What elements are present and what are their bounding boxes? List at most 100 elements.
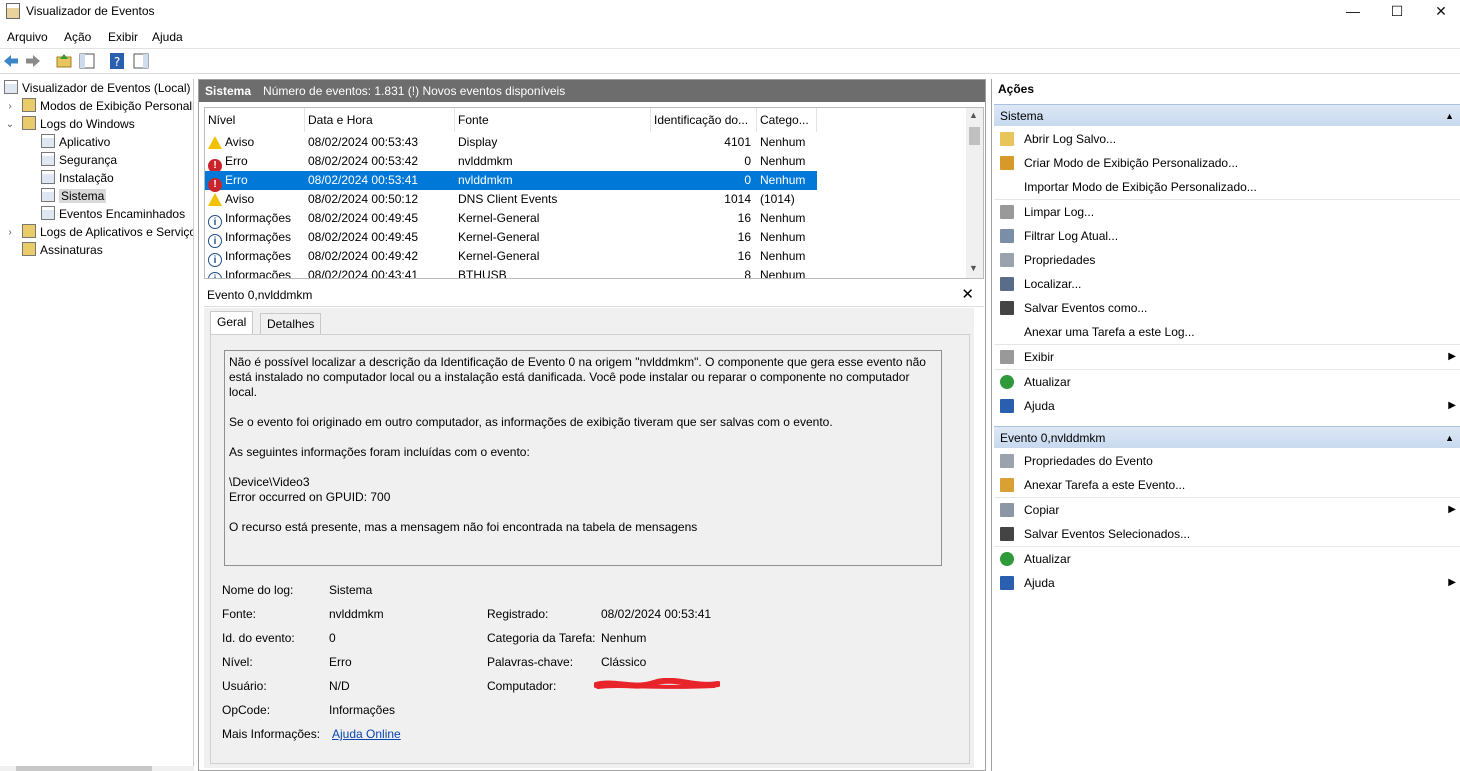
description-paragraph: As seguintes informações foram incluídas…: [229, 445, 530, 459]
menu-ajuda[interactable]: Ajuda: [152, 30, 183, 44]
submenu-arrow-icon: ▶: [1448, 400, 1456, 411]
tree-windows-logs[interactable]: Logs do Windows: [22, 115, 135, 133]
action-importar-modo-de-exibi-o-personalizado[interactable]: Importar Modo de Exibição Personalizado.…: [994, 175, 1460, 199]
refresh-icon: [1000, 375, 1014, 389]
action-abrir-log-salvo[interactable]: Abrir Log Salvo...: [994, 127, 1460, 151]
scrollbar-thumb[interactable]: [16, 766, 152, 771]
prop-logged-label: Registrado:: [487, 607, 549, 621]
column-header-level[interactable]: Nível: [205, 108, 305, 132]
action-salvar-eventos-selecionados[interactable]: Salvar Eventos Selecionados...: [994, 522, 1460, 546]
tree-setup[interactable]: Instalação: [41, 169, 114, 187]
event-level-text: Informações: [225, 268, 292, 279]
column-header-source[interactable]: Fonte: [455, 108, 651, 132]
folder-icon: [22, 98, 36, 112]
scrollbar-thumb[interactable]: [969, 127, 980, 145]
title-bar: Visualizador de Eventos — ☐ ✕: [0, 0, 1460, 24]
event-row[interactable]: iInformações 08/02/2024 00:43:41 BTHUSB 8 Ne…: [205, 266, 817, 279]
folder-icon: [22, 116, 36, 130]
action-atualizar[interactable]: Atualizar: [994, 547, 1460, 571]
close-icon[interactable]: ✕: [961, 283, 974, 307]
event-detail-title: Evento 0,nvlddmkm: [207, 288, 313, 302]
scroll-down-icon[interactable]: ▼: [969, 263, 978, 273]
column-header-event-id[interactable]: Identificação do...: [651, 108, 757, 132]
collapse-arrow-icon[interactable]: ▲: [1445, 105, 1454, 127]
event-row[interactable]: ! Erro 08/02/2024 00:53:42 nvlddmkm 0 Nenhum: [205, 152, 817, 173]
event-description[interactable]: Não é possível localizar a descrição da …: [224, 350, 942, 566]
expand-chevron-icon[interactable]: ›: [5, 101, 15, 112]
event-row[interactable]: Aviso 08/02/2024 00:53:43 Display 4101 Nenhu…: [205, 133, 817, 152]
prop-keywords-value: Clássico: [601, 655, 647, 669]
events-grid[interactable]: Nível Data e Hora Fonte Identificação do…: [204, 107, 984, 279]
tree-root[interactable]: Visualizador de Eventos (Local): [4, 79, 191, 97]
action-ajuda[interactable]: Ajuda ▶: [994, 394, 1460, 418]
prop-level-value: Erro: [329, 655, 352, 669]
back-arrow-icon[interactable]: [2, 52, 20, 70]
action-criar-modo-de-exibi-o-personalizado[interactable]: Criar Modo de Exibição Personalizado...: [994, 151, 1460, 175]
tree-app-services-logs[interactable]: Logs de Aplicativos e Serviço: [22, 223, 193, 241]
minimize-button[interactable]: —: [1331, 0, 1375, 24]
action-atualizar[interactable]: Atualizar: [994, 370, 1460, 394]
action-exibir[interactable]: Exibir ▶: [994, 345, 1460, 369]
redaction-scribble: [594, 678, 720, 689]
action-label: Localizar...: [1024, 277, 1082, 291]
tree-system[interactable]: Sistema: [41, 187, 107, 205]
event-category: Nenhum: [760, 135, 806, 149]
prop-more-info-label: Mais Informações:: [222, 727, 321, 741]
action-limpar-log[interactable]: Limpar Log...: [994, 200, 1460, 224]
action-label: Abrir Log Salvo...: [1024, 132, 1117, 146]
collapse-arrow-icon[interactable]: ▲: [1445, 427, 1454, 449]
action-salvar-eventos-como[interactable]: Salvar Eventos como...: [994, 296, 1460, 320]
action-ajuda[interactable]: Ajuda ▶: [994, 571, 1460, 595]
column-header-date[interactable]: Data e Hora: [305, 108, 455, 132]
collapse-chevron-icon[interactable]: ⌄: [5, 119, 15, 130]
event-level-text: Informações: [225, 230, 292, 244]
action-filtrar-log-atual[interactable]: Filtrar Log Atual...: [994, 224, 1460, 248]
event-detail-header: Evento 0,nvlddmkm ✕: [204, 283, 984, 307]
action-anexar-tarefa-a-este-evento[interactable]: Anexar Tarefa a este Evento...: [994, 473, 1460, 497]
event-id: 0: [744, 154, 751, 168]
log-icon: [41, 188, 55, 202]
tree-security[interactable]: Segurança: [41, 151, 117, 169]
action-localizar[interactable]: Localizar...: [994, 272, 1460, 296]
event-row[interactable]: i Informações 08/02/2024 00:49:45 Kernel-Ge…: [205, 209, 817, 229]
menu-arquivo[interactable]: Arquivo: [7, 30, 48, 44]
event-category: Nenhum: [760, 211, 806, 225]
tab-general[interactable]: Geral: [210, 311, 254, 335]
event-date: 08/02/2024 00:49:42: [308, 249, 419, 263]
column-header-category[interactable]: Catego...: [757, 108, 817, 132]
action-propriedades[interactable]: Propriedades: [994, 248, 1460, 272]
action-propriedades-do-evento[interactable]: Propriedades do Evento: [994, 449, 1460, 473]
up-folder-icon[interactable]: [55, 52, 73, 70]
show-action-pane-icon[interactable]: [132, 52, 150, 70]
tree-application[interactable]: Aplicativo: [41, 133, 110, 151]
tree-horizontal-scrollbar[interactable]: [0, 766, 194, 771]
event-id: 8: [744, 268, 751, 279]
menu-exibir[interactable]: Exibir: [108, 30, 138, 44]
event-row[interactable]: i Informações 08/02/2024 00:49:45 Kernel-Ge…: [205, 228, 817, 248]
event-level-text: Aviso: [225, 135, 255, 149]
action-copiar[interactable]: Copiar ▶: [994, 498, 1460, 522]
actions-section-event[interactable]: Evento 0,nvlddmkm ▲: [994, 426, 1460, 448]
tree-subscriptions[interactable]: Assinaturas: [22, 241, 103, 259]
online-help-link[interactable]: Ajuda Online: [332, 727, 401, 741]
action-anexar-uma-tarefa-a-este-log[interactable]: Anexar uma Tarefa a este Log...: [994, 320, 1460, 344]
forward-arrow-icon[interactable]: [24, 52, 42, 70]
event-detail-pane: Geral Detalhes Não é possível localizar …: [204, 308, 974, 768]
tree-forwarded-events[interactable]: Eventos Encaminhados: [41, 205, 185, 223]
prop-log-name-value: Sistema: [329, 583, 373, 597]
expand-chevron-icon[interactable]: ›: [5, 227, 15, 238]
grid-vertical-scrollbar[interactable]: ▲ ▼: [966, 108, 983, 278]
maximize-button[interactable]: ☐: [1375, 0, 1419, 24]
actions-section-system[interactable]: Sistema ▲: [994, 104, 1460, 126]
event-source: DNS Client Events: [458, 192, 558, 206]
event-row[interactable]: i Informações 08/02/2024 00:49:42 Kernel-Ge…: [205, 247, 817, 267]
scroll-up-icon[interactable]: ▲: [969, 110, 978, 120]
help-icon[interactable]: ?: [108, 52, 126, 70]
event-row[interactable]: Aviso 08/02/2024 00:50:12 DNS Client Event…: [205, 190, 817, 209]
tree-custom-views[interactable]: Modos de Exibição Personali: [22, 97, 193, 115]
tab-details[interactable]: Detalhes: [260, 313, 322, 335]
close-button[interactable]: ✕: [1419, 0, 1460, 24]
menu-acao[interactable]: Ação: [64, 30, 91, 44]
show-hide-tree-icon[interactable]: [78, 52, 96, 70]
event-row[interactable]: ! Erro 08/02/2024 00:53:41 nvlddmkm 0 Nenhum: [205, 171, 817, 192]
